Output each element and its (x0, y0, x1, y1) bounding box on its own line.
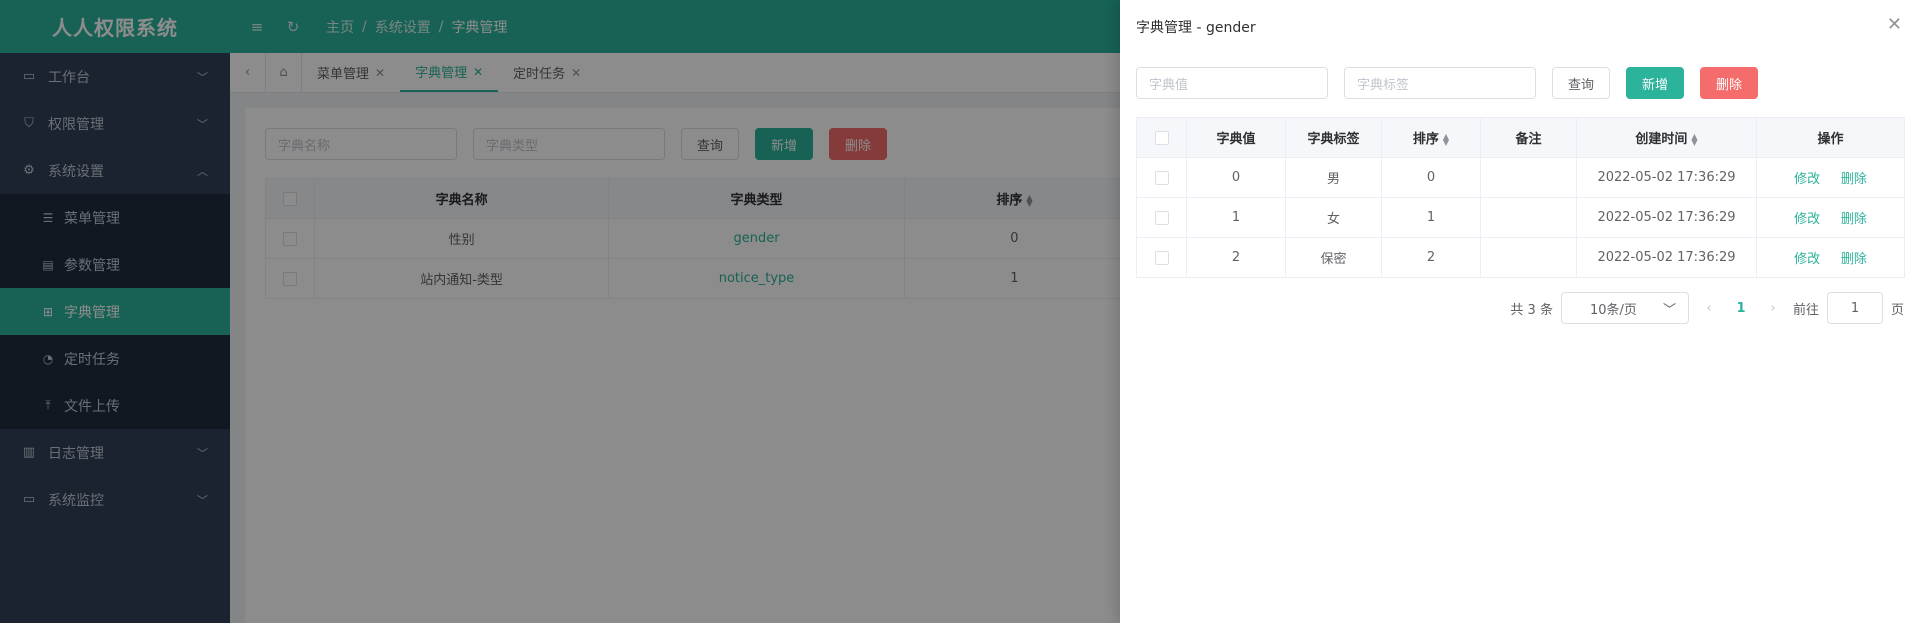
cell-remark (1480, 157, 1577, 198)
edit-link[interactable]: 修改 (1794, 172, 1820, 187)
sort-icon[interactable]: ▲ ▼ (1691, 132, 1697, 146)
table-row: 2 保密 2 2022-05-02 17:36:29 修改 删除 (1136, 237, 1905, 278)
pagination: 共 3 条 10条/页 ﹀ ‹ 1 › 前往 1 页 (1510, 292, 1904, 324)
cell-remark (1480, 197, 1577, 238)
cell-sort: 2 (1381, 237, 1481, 278)
column-header-label: 排序 (1412, 132, 1439, 147)
delete-link[interactable]: 删除 (1841, 212, 1867, 227)
column-header-label: 创建时间 (1635, 132, 1688, 147)
cell-sort: 0 (1381, 157, 1481, 198)
column-header: 字典标签 (1285, 117, 1382, 158)
table-row: 0 男 0 2022-05-02 17:36:29 修改 删除 (1136, 157, 1905, 198)
row-checkbox[interactable] (1154, 170, 1169, 185)
drawer-header: 字典管理 - gender ✕ (1120, 0, 1920, 54)
delete-link[interactable]: 删除 (1841, 172, 1867, 187)
cell-value: 1 (1186, 197, 1286, 238)
cell-sort: 1 (1381, 197, 1481, 238)
table-row: 1 女 1 2022-05-02 17:36:29 修改 删除 (1136, 197, 1905, 238)
cell-label: 男 (1285, 157, 1382, 198)
drawer-overlay[interactable] (0, 0, 1120, 623)
page-size-value: 10条/页 (1589, 302, 1637, 318)
dict-value-input[interactable]: 字典值 (1136, 67, 1328, 99)
app-root: 人人权限系统 ▭ 工作台 ﹀ ⛉ 权限管理 ﹀ ⚙ 系统设置 ︿ ☰ 菜单管理 … (0, 0, 1920, 623)
column-header-sortable[interactable]: 创建时间 ▲ ▼ (1576, 117, 1757, 158)
page-size-select[interactable]: 10条/页 ﹀ (1560, 292, 1689, 324)
pagination-total: 共 3 条 (1510, 302, 1553, 318)
select-all-cell (1136, 117, 1187, 158)
sort-icon[interactable]: ▲ ▼ (1443, 132, 1449, 146)
prev-page-icon[interactable]: ‹ (1697, 301, 1721, 316)
edit-link[interactable]: 修改 (1794, 252, 1820, 267)
table-header-row: 字典值 字典标签 排序 ▲ ▼ 备注 创建时间 ▲ ▼ 操作 (1136, 117, 1905, 158)
row-select-cell (1136, 237, 1187, 278)
dict-label-input[interactable]: 字典标签 (1344, 67, 1536, 99)
dict-data-table: 字典值 字典标签 排序 ▲ ▼ 备注 创建时间 ▲ ▼ 操作 0 男 0 2022-05… (1136, 117, 1905, 278)
goto-label: 前往 (1792, 302, 1819, 318)
next-page-icon[interactable]: › (1761, 301, 1785, 316)
cell-remark (1480, 237, 1577, 278)
drawer-add-button[interactable]: 新增 (1626, 67, 1685, 99)
cell-value: 0 (1186, 157, 1286, 198)
row-select-cell (1136, 197, 1187, 238)
drawer-search-toolbar: 字典值 字典标签 查询 新增 删除 (1136, 67, 1759, 99)
cell-created: 2022-05-02 17:36:29 (1576, 197, 1757, 238)
close-icon[interactable]: ✕ (1887, 14, 1902, 35)
column-header-sortable[interactable]: 排序 ▲ ▼ (1381, 117, 1481, 158)
cell-created: 2022-05-02 17:36:29 (1576, 157, 1757, 198)
select-all-checkbox[interactable] (1154, 130, 1169, 145)
cell-created: 2022-05-02 17:36:29 (1576, 237, 1757, 278)
chevron-down-icon: ﹀ (1662, 302, 1676, 318)
goto-page-input[interactable]: 1 (1826, 292, 1883, 324)
cell-actions: 修改 删除 (1756, 157, 1905, 198)
drawer-delete-button[interactable]: 删除 (1700, 67, 1759, 99)
dict-data-drawer: 字典管理 - gender ✕ 字典值 字典标签 查询 新增 删除 字典值 字典… (1120, 0, 1920, 623)
column-header: 字典值 (1186, 117, 1286, 158)
drawer-query-button[interactable]: 查询 (1552, 67, 1611, 99)
page-number-current[interactable]: 1 (1729, 301, 1753, 316)
cell-actions: 修改 删除 (1756, 237, 1905, 278)
row-checkbox[interactable] (1154, 210, 1169, 225)
cell-label: 女 (1285, 197, 1382, 238)
edit-link[interactable]: 修改 (1794, 212, 1820, 227)
drawer-title: 字典管理 - gender (1136, 20, 1256, 36)
column-header: 备注 (1480, 117, 1577, 158)
delete-link[interactable]: 删除 (1841, 252, 1867, 267)
row-checkbox[interactable] (1154, 250, 1169, 265)
page-unit-label: 页 (1890, 302, 1904, 318)
column-header: 操作 (1756, 117, 1905, 158)
cell-value: 2 (1186, 237, 1286, 278)
row-select-cell (1136, 157, 1187, 198)
cell-label: 保密 (1285, 237, 1382, 278)
cell-actions: 修改 删除 (1756, 197, 1905, 238)
